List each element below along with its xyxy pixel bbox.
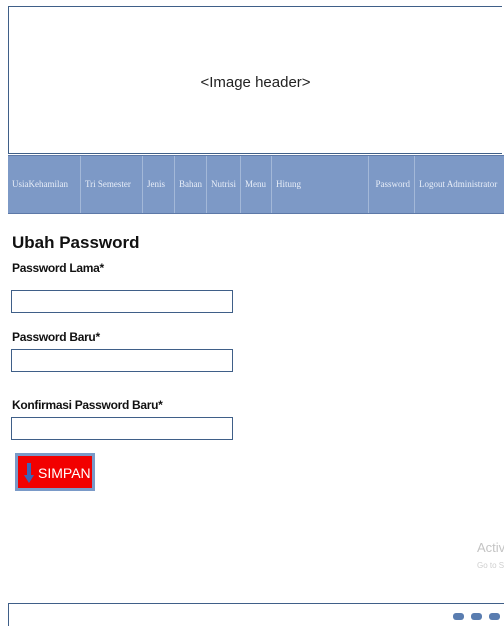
nav-item-menu[interactable]: Menu [241, 156, 272, 213]
old-password-label: Password Lama* [12, 261, 104, 275]
page-title: Ubah Password [12, 233, 140, 252]
new-password-input[interactable] [11, 349, 233, 372]
footer-dot-2 [471, 613, 482, 620]
nav-item-jenis[interactable]: Jenis [143, 156, 175, 213]
confirm-password-label: Konfirmasi Password Baru* [12, 398, 163, 412]
old-password-input[interactable] [11, 290, 233, 313]
nav-item-logout-administrator[interactable]: Logout Administrator [415, 156, 504, 213]
footer-dot-3 [489, 613, 500, 620]
nav-item-hitung[interactable]: Hitung [272, 156, 369, 213]
nav-bar: UsiaKehamilan Tri Semester Jenis Bahan N… [8, 155, 504, 214]
nav-item-bahan[interactable]: Bahan [175, 156, 207, 213]
nav-item-password[interactable]: Password [369, 156, 415, 213]
save-button-label: SIMPAN [38, 465, 91, 481]
footer [8, 603, 504, 626]
nav-item-usia-kehamilan[interactable]: UsiaKehamilan [8, 156, 81, 213]
footer-dot-1 [453, 613, 464, 620]
new-password-label: Password Baru* [12, 330, 100, 344]
header-image-placeholder: <Image header> [8, 6, 502, 154]
confirm-password-input[interactable] [11, 417, 233, 440]
activation-watermark-line2: Go to S [477, 561, 504, 570]
nav-item-tri-semester[interactable]: Tri Semester [81, 156, 143, 213]
arrow-down-icon [24, 463, 34, 483]
page: <Image header> UsiaKehamilan Tri Semeste… [0, 0, 504, 626]
save-button[interactable]: SIMPAN [15, 453, 95, 491]
activation-watermark-line1: Activa [477, 540, 504, 555]
header-placeholder-text: <Image header> [200, 74, 311, 91]
nav-item-nutrisi[interactable]: Nutrisi [207, 156, 241, 213]
